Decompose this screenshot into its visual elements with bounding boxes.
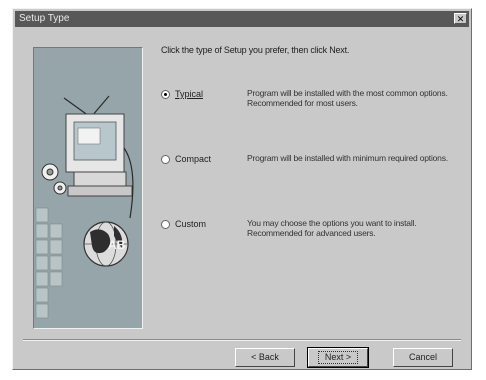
setup-type-dialog: Setup Type ✕ AB Click the type of Setup … xyxy=(12,8,472,370)
globe-icon: AB xyxy=(83,221,129,267)
next-button[interactable]: Next > xyxy=(307,347,369,368)
window-title: Setup Type xyxy=(19,13,70,24)
radio-compact[interactable] xyxy=(161,155,170,164)
radio-typical[interactable] xyxy=(161,90,170,99)
close-button[interactable]: ✕ xyxy=(454,13,467,24)
next-button-label: Next > xyxy=(317,351,359,364)
option-description: Program will be installed with the most … xyxy=(247,88,448,108)
back-button[interactable]: < Back xyxy=(235,348,295,367)
option-description: Program will be installed with minimum r… xyxy=(247,153,448,163)
option-compact[interactable]: Compact Program will be installed with m… xyxy=(161,153,461,184)
option-label[interactable]: Custom xyxy=(175,219,206,229)
cancel-button-label: Cancel xyxy=(408,352,437,362)
instruction-text: Click the type of Setup you prefer, then… xyxy=(161,45,350,55)
radio-custom[interactable] xyxy=(161,220,170,229)
computer-monitor xyxy=(65,113,133,197)
title-bar: Setup Type ✕ xyxy=(15,11,469,27)
option-custom[interactable]: Custom You may choose the options you wa… xyxy=(161,218,461,249)
globe-badge-text: AB xyxy=(108,238,126,252)
close-icon: ✕ xyxy=(456,14,465,24)
cancel-button[interactable]: Cancel xyxy=(393,348,453,367)
back-button-label: < Back xyxy=(251,352,279,362)
setup-graphic: AB xyxy=(33,47,143,329)
option-description: You may choose the options you want to i… xyxy=(247,218,417,238)
option-typical[interactable]: Typical Program will be installed with t… xyxy=(161,88,461,119)
option-label[interactable]: Compact xyxy=(175,154,211,164)
option-label[interactable]: Typical xyxy=(175,89,203,99)
computer-globe-illustration: AB xyxy=(34,48,142,328)
button-separator xyxy=(23,339,461,341)
